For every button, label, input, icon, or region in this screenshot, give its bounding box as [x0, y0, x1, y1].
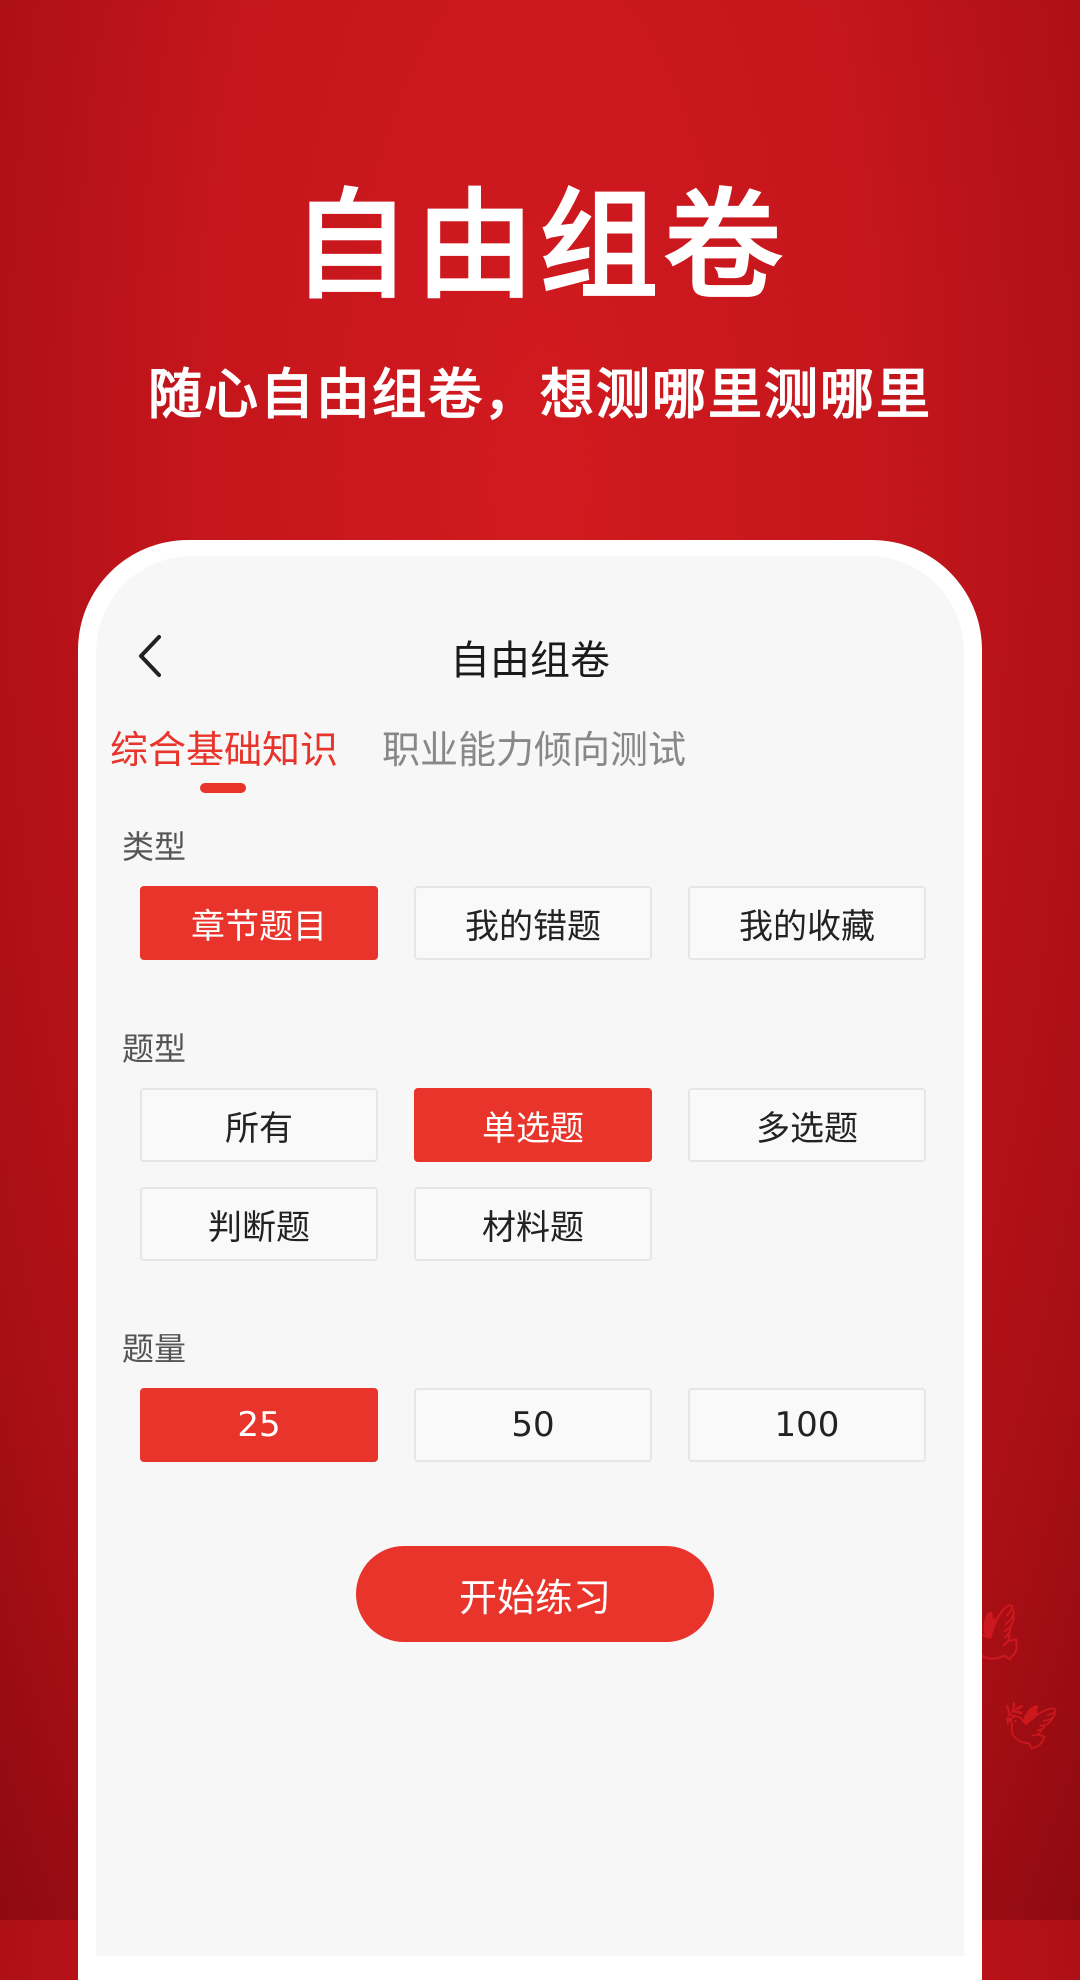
- quantity-option-100[interactable]: 100: [688, 1388, 926, 1462]
- quantity-section-label: 题量: [122, 1330, 187, 1368]
- type-option-wrong[interactable]: 我的错题: [414, 886, 652, 960]
- type-option-chapter[interactable]: 章节题目: [140, 886, 378, 960]
- question-type-section-label: 题型: [122, 1030, 187, 1068]
- promo-subline: 随心自由组卷，想测哪里测哪里: [148, 363, 932, 426]
- type-option-favorites[interactable]: 我的收藏: [688, 886, 926, 960]
- start-practice-button[interactable]: 开始练习: [356, 1546, 714, 1642]
- quantity-option-50[interactable]: 50: [414, 1388, 652, 1462]
- tab-general-knowledge[interactable]: 综合基础知识: [110, 719, 338, 774]
- quantity-option-25[interactable]: 25: [140, 1388, 378, 1462]
- page-title: 自由组卷: [450, 638, 610, 684]
- question-type-option-single[interactable]: 单选题: [414, 1088, 652, 1162]
- question-type-option-material[interactable]: 材料题: [414, 1187, 652, 1261]
- question-type-option-all[interactable]: 所有: [140, 1088, 378, 1162]
- app-screen: 自由组卷 综合基础知识 职业能力倾向测试 类型 章节题目 我的错题 我的收藏 题…: [96, 556, 964, 1956]
- tab-aptitude-test[interactable]: 职业能力倾向测试: [382, 719, 686, 774]
- question-type-option-multiple[interactable]: 多选题: [688, 1088, 926, 1162]
- active-tab-indicator: [200, 783, 246, 793]
- bird-icon: 🕊: [995, 1696, 1060, 1757]
- promo-headline: 自由组卷: [291, 177, 788, 315]
- type-section-label: 类型: [122, 828, 187, 866]
- question-type-option-judgement[interactable]: 判断题: [140, 1187, 378, 1261]
